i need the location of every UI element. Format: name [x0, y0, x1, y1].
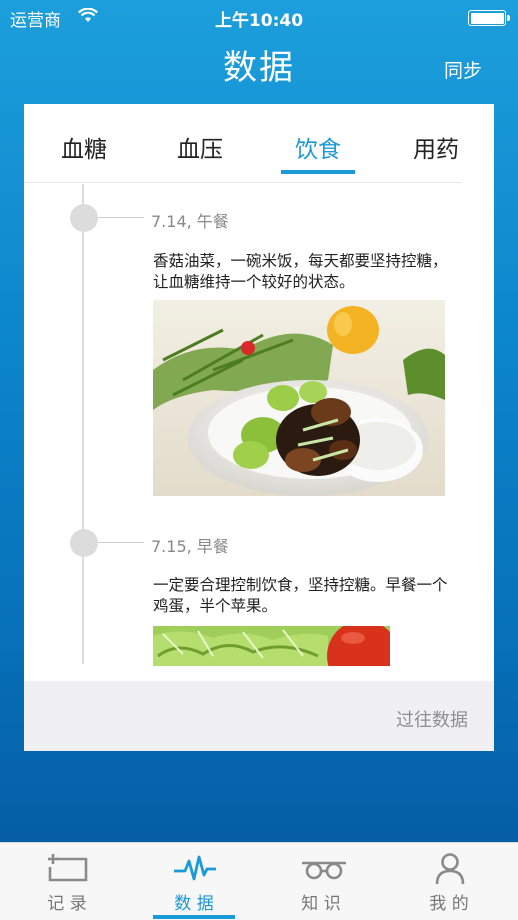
entry-text: 香菇油菜，一碗米饭，每天都要坚持控糖，让血糖维持一个较好的状态。	[153, 252, 448, 291]
tab-bar-knowledge[interactable]: 知 识	[266, 843, 376, 920]
tab-medication[interactable]: 用药	[391, 130, 481, 164]
tab-bar-label: 记 录	[47, 894, 87, 914]
tab-blood-sugar[interactable]: 血糖	[39, 130, 129, 164]
timeline-dot	[70, 529, 98, 557]
rice-bowl-with-greens-photo[interactable]	[153, 300, 445, 496]
category-tabs: 血糖 血压 饮食 用药	[24, 104, 494, 184]
battery-fill	[470, 12, 504, 24]
tab-bar-label: 数 据	[174, 894, 214, 914]
active-tab-indicator	[281, 170, 355, 174]
entry-date: 7.14, 午餐	[151, 212, 229, 231]
profile-icon	[435, 853, 465, 885]
timeline-connector	[98, 217, 144, 218]
battery-icon	[468, 10, 510, 26]
tab-diet[interactable]: 饮食	[273, 130, 363, 164]
knowledge-icon	[302, 861, 346, 880]
pulse-icon	[174, 855, 216, 881]
tab-bar-active-indicator	[153, 915, 235, 919]
status-time: 上午10:40	[214, 11, 304, 31]
history-data-button[interactable]: 过往数据	[396, 706, 468, 732]
tab-blood-pressure[interactable]: 血压	[155, 130, 245, 164]
tab-bar-profile[interactable]: 我 的	[394, 843, 504, 920]
page-title: 数据	[223, 48, 295, 88]
timeline-dot	[70, 204, 98, 232]
timeline-connector	[98, 542, 144, 543]
entry-text: 一定要合理控制饮食，坚持控糖。早餐一个鸡蛋，半个苹果。	[153, 576, 448, 615]
diet-card: 血糖 血压 饮食 用药 7.14, 午餐 香菇油菜，一碗米饭，每天都要坚持控糖，…	[24, 104, 494, 751]
entry-date: 7.15, 早餐	[151, 537, 229, 556]
sync-button[interactable]: 同步	[444, 56, 482, 83]
card-footer: 过往数据	[24, 681, 494, 751]
tabs-divider	[24, 182, 462, 183]
record-icon	[48, 854, 88, 882]
tab-bar-label: 知 识	[301, 894, 341, 914]
lettuce-and-tomato-photo[interactable]	[153, 626, 390, 666]
tab-bar-label: 我 的	[429, 894, 469, 914]
timeline-line	[82, 184, 84, 664]
tab-bar-record[interactable]: 记 录	[12, 843, 122, 920]
status-bar: 运营商 上午10:40	[0, 0, 518, 34]
tab-bar-data[interactable]: 数 据	[139, 843, 249, 920]
bottom-tab-bar: 记 录 数 据 知 识 我 的	[0, 842, 518, 920]
